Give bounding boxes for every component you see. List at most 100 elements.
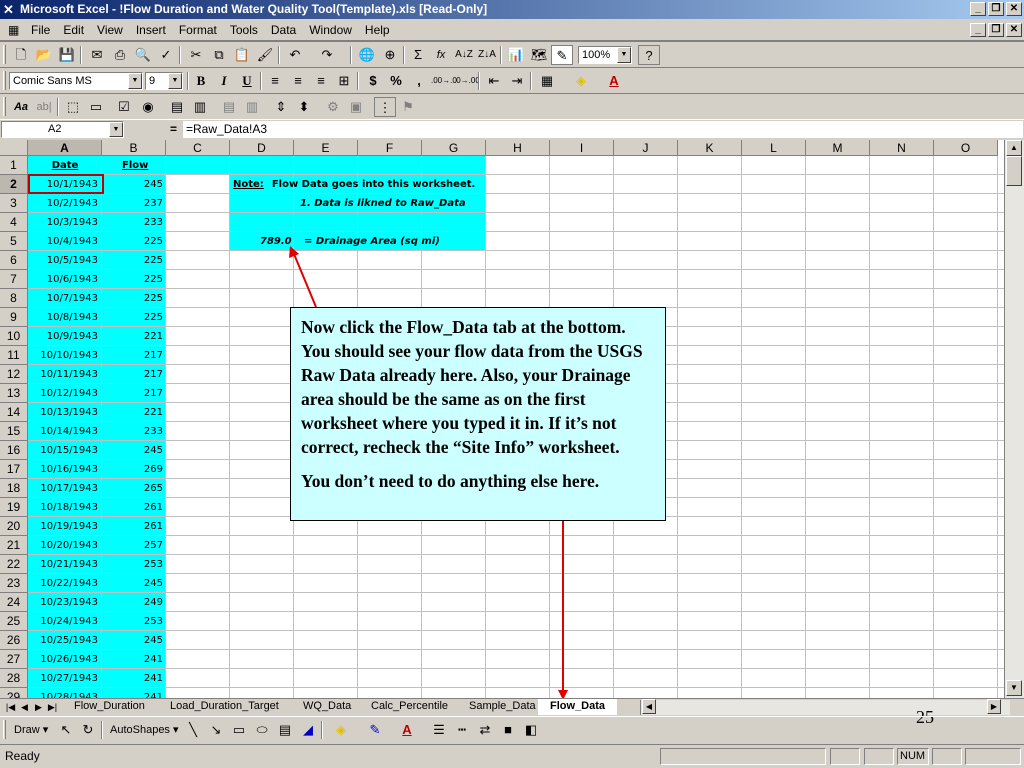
- line-icon[interactable]: ╲: [182, 720, 204, 740]
- flow-cell[interactable]: 241: [103, 650, 166, 669]
- decrease-decimal-button[interactable]: .0→.00: [454, 71, 480, 91]
- date-cell[interactable]: 10/8/1943: [29, 308, 102, 327]
- row-header-22[interactable]: 22: [0, 555, 28, 574]
- control-properties-icon[interactable]: ⚙: [322, 97, 344, 117]
- flow-cell[interactable]: 261: [103, 517, 166, 536]
- date-cell[interactable]: 10/15/1943: [29, 441, 102, 460]
- currency-button[interactable]: $: [362, 71, 384, 91]
- menu-edit[interactable]: Edit: [62, 23, 85, 37]
- date-cell[interactable]: 10/11/1943: [29, 365, 102, 384]
- font-size-select[interactable]: 9 ▼: [145, 72, 183, 90]
- spelling-icon[interactable]: ✓: [155, 45, 177, 65]
- comma-button[interactable]: ,: [408, 71, 430, 91]
- bold-button[interactable]: B: [190, 71, 212, 91]
- date-cell[interactable]: 10/13/1943: [29, 403, 102, 422]
- date-cell[interactable]: 10/25/1943: [29, 631, 102, 650]
- row-header-2[interactable]: 2: [0, 175, 28, 194]
- web-toolbar-icon[interactable]: ⊕: [379, 45, 401, 65]
- tab-flow-data[interactable]: Flow_Data: [538, 699, 618, 715]
- date-cell[interactable]: 10/10/1943: [29, 346, 102, 365]
- percent-button[interactable]: %: [385, 71, 407, 91]
- row-header-14[interactable]: 14: [0, 403, 28, 422]
- scroll-down-icon[interactable]: ▼: [1006, 680, 1022, 696]
- row-header-28[interactable]: 28: [0, 669, 28, 688]
- toolbar-grip[interactable]: [3, 45, 6, 64]
- date-cell[interactable]: 10/20/1943: [29, 536, 102, 555]
- cut-icon[interactable]: ✂: [185, 45, 207, 65]
- row-header-8[interactable]: 8: [0, 289, 28, 308]
- column-header-e[interactable]: E: [294, 140, 358, 156]
- row-header-25[interactable]: 25: [0, 612, 28, 631]
- flow-cell[interactable]: 233: [103, 213, 166, 232]
- drawing-icon[interactable]: ✎: [551, 45, 573, 65]
- label-icon[interactable]: Aa: [10, 97, 32, 117]
- menu-file[interactable]: File: [30, 23, 51, 37]
- restore-button[interactable]: ❐: [988, 2, 1004, 16]
- flow-cell[interactable]: 249: [103, 593, 166, 612]
- menu-format[interactable]: Format: [178, 23, 218, 37]
- drainage-area-value[interactable]: 789.0: [260, 232, 292, 251]
- undo-icon[interactable]: ↶: [284, 45, 306, 65]
- print-icon[interactable]: ⎙: [109, 45, 131, 65]
- run-dialog-icon[interactable]: ⚑: [397, 97, 419, 117]
- row-header-11[interactable]: 11: [0, 346, 28, 365]
- scroll-right-icon[interactable]: ▶: [987, 699, 1001, 714]
- row-header-1[interactable]: 1: [0, 156, 28, 175]
- row-header-26[interactable]: 26: [0, 631, 28, 650]
- flow-cell[interactable]: 269: [103, 460, 166, 479]
- draw-fill-color-icon[interactable]: ◈: [330, 720, 352, 740]
- row-header-4[interactable]: 4: [0, 213, 28, 232]
- email-icon[interactable]: ✉: [86, 45, 108, 65]
- date-cell[interactable]: 10/17/1943: [29, 479, 102, 498]
- scroll-up-icon[interactable]: ▲: [1006, 140, 1022, 156]
- date-cell[interactable]: 10/28/1943: [29, 688, 102, 698]
- toolbar-grip[interactable]: [3, 97, 6, 116]
- arrow-icon[interactable]: ↘: [205, 720, 227, 740]
- row-header-18[interactable]: 18: [0, 479, 28, 498]
- shadow-icon[interactable]: ■: [497, 720, 519, 740]
- flow-cell[interactable]: 257: [103, 536, 166, 555]
- line-color-icon[interactable]: ✎: [364, 720, 386, 740]
- font-name-select[interactable]: Comic Sans MS ▼: [9, 72, 143, 90]
- flow-cell[interactable]: 245: [103, 574, 166, 593]
- increase-decimal-button[interactable]: .00→.0: [431, 71, 457, 91]
- flow-cell[interactable]: 225: [103, 308, 166, 327]
- date-cell[interactable]: 10/23/1943: [29, 593, 102, 612]
- tab-calc-percentile[interactable]: Calc_Percentile: [359, 699, 461, 715]
- flow-cell[interactable]: 245: [103, 631, 166, 650]
- sort-descending-icon[interactable]: Z↓A: [476, 45, 498, 65]
- chevron-down-icon[interactable]: ▼: [168, 73, 182, 89]
- combo-box-icon[interactable]: ▥: [189, 97, 211, 117]
- help-icon[interactable]: ?: [638, 45, 660, 65]
- column-header-j[interactable]: J: [614, 140, 678, 156]
- row-header-17[interactable]: 17: [0, 460, 28, 479]
- date-cell[interactable]: 10/26/1943: [29, 650, 102, 669]
- row-header-10[interactable]: 10: [0, 327, 28, 346]
- row-header-29[interactable]: 29: [0, 688, 28, 698]
- autoshapes-menu[interactable]: AutoShapes ▾: [110, 723, 179, 736]
- flow-cell[interactable]: 265: [103, 479, 166, 498]
- prev-sheet-icon[interactable]: ◀: [18, 700, 31, 714]
- font-color-icon[interactable]: A: [603, 71, 625, 91]
- date-cell[interactable]: 10/3/1943: [29, 213, 102, 232]
- date-cell[interactable]: 10/7/1943: [29, 289, 102, 308]
- flow-cell[interactable]: 221: [103, 403, 166, 422]
- horizontal-scrollbar[interactable]: ◀ ▶: [640, 699, 1010, 715]
- excel-app-icon[interactable]: ✕: [3, 2, 18, 17]
- flow-cell[interactable]: 233: [103, 422, 166, 441]
- doc-close-button[interactable]: ✕: [1006, 23, 1022, 37]
- date-cell[interactable]: 10/21/1943: [29, 555, 102, 574]
- flow-cell[interactable]: 253: [103, 612, 166, 631]
- combo-list-edit-icon[interactable]: ▤: [218, 97, 240, 117]
- flow-cell[interactable]: 225: [103, 289, 166, 308]
- decrease-indent-icon[interactable]: ⇤: [483, 71, 505, 91]
- cell-a1-date-header[interactable]: Date: [28, 156, 102, 175]
- group-box-icon[interactable]: ⬚: [62, 97, 84, 117]
- column-header-f[interactable]: F: [358, 140, 422, 156]
- workbook-icon[interactable]: ▦: [8, 23, 24, 38]
- increase-indent-icon[interactable]: ⇥: [506, 71, 528, 91]
- flow-cell[interactable]: 261: [103, 498, 166, 517]
- checkbox-icon[interactable]: ☑: [113, 97, 135, 117]
- flow-cell[interactable]: 217: [103, 346, 166, 365]
- flow-cell[interactable]: 221: [103, 327, 166, 346]
